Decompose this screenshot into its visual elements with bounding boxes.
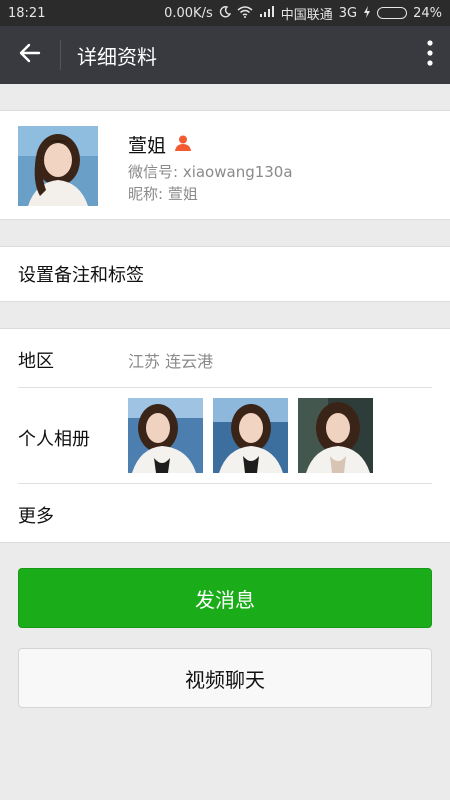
avatar[interactable] (18, 126, 98, 206)
region-row: 地区 江苏 连云港 (0, 329, 450, 387)
video-chat-button[interactable]: 视频聊天 (18, 648, 432, 708)
album-photo-3[interactable] (298, 398, 373, 473)
more-row[interactable]: 更多 (0, 484, 450, 542)
back-arrow-icon (19, 42, 41, 68)
battery-percent: 24% (413, 5, 442, 21)
moon-icon (219, 5, 231, 21)
nickname: 昵称: 萱姐 (128, 185, 198, 203)
profile-card[interactable]: 萱姐 微信号: xiaowang130a 昵称: 萱姐 (0, 110, 450, 220)
nav-bar: 详细资料 (0, 26, 450, 84)
album-photo-1[interactable] (128, 398, 203, 473)
carrier-label: 中国联通 (280, 7, 333, 23)
wechat-id: 微信号: xiaowang130a (128, 163, 293, 181)
profile-name: 萱姐 (128, 135, 167, 157)
network-type: 3G (338, 5, 358, 21)
more-button[interactable] (410, 26, 450, 84)
region-label: 地区 (18, 351, 54, 372)
album-photo-2[interactable] (213, 398, 288, 473)
more-label: 更多 (18, 506, 54, 527)
wifi-icon (237, 5, 253, 21)
contact-person-icon (174, 134, 192, 156)
battery-icon (377, 7, 408, 19)
region-value: 江苏 连云港 (128, 352, 214, 371)
remark-label: 设置备注和标签 (18, 265, 144, 286)
signal-icon (259, 5, 275, 21)
more-vertical-icon (427, 40, 433, 70)
page-title: 详细资料 (77, 44, 157, 69)
network-speed: 0.00K/s (164, 5, 213, 21)
set-remark-and-tags[interactable]: 设置备注和标签 (0, 246, 450, 302)
nav-divider (60, 40, 61, 70)
album-row[interactable]: 个人相册 (0, 388, 450, 483)
details-section: 地区 江苏 连云港 个人相册 更多 (0, 328, 450, 543)
send-message-button[interactable]: 发消息 (18, 568, 432, 628)
back-button[interactable] (0, 26, 60, 84)
album-label: 个人相册 (18, 429, 90, 450)
charging-icon (363, 5, 371, 21)
status-time: 18:21 (8, 5, 46, 21)
status-bar: 18:21 0.00K/s 中国联通 3G 24% (0, 0, 450, 26)
profile-name-row: 萱姐 (128, 131, 192, 158)
